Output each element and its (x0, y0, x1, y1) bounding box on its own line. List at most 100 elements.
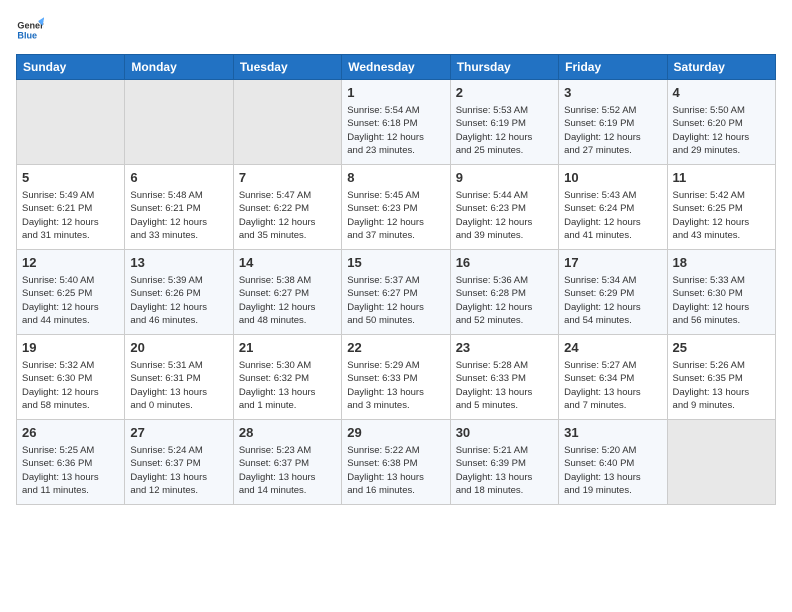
day-info-line: Sunset: 6:39 PM (456, 457, 553, 470)
day-info-line: Sunrise: 5:28 AM (456, 359, 553, 372)
calendar-cell: 5Sunrise: 5:49 AMSunset: 6:21 PMDaylight… (17, 165, 125, 250)
day-info-line: and 33 minutes. (130, 229, 227, 242)
calendar-cell: 24Sunrise: 5:27 AMSunset: 6:34 PMDayligh… (559, 335, 667, 420)
weekday-header-sunday: Sunday (17, 55, 125, 80)
logo: General Blue (16, 16, 44, 44)
day-info-line: Sunrise: 5:31 AM (130, 359, 227, 372)
day-info-line: Sunrise: 5:29 AM (347, 359, 444, 372)
calendar-cell: 11Sunrise: 5:42 AMSunset: 6:25 PMDayligh… (667, 165, 775, 250)
day-number: 5 (22, 169, 119, 187)
day-info-line: and 48 minutes. (239, 314, 336, 327)
day-info-line: Sunset: 6:21 PM (130, 202, 227, 215)
day-info-line: and 52 minutes. (456, 314, 553, 327)
day-info-line: and 23 minutes. (347, 144, 444, 157)
day-info-line: Sunset: 6:27 PM (347, 287, 444, 300)
calendar-cell: 12 Sunrise: 5:40 AMSunset: 6:25 PMDayligh… (17, 250, 125, 335)
day-info-line: Daylight: 12 hours (564, 131, 661, 144)
day-info-line: and 31 minutes. (22, 229, 119, 242)
calendar-cell: 22Sunrise: 5:29 AMSunset: 6:33 PMDayligh… (342, 335, 450, 420)
logo-icon: General Blue (16, 16, 44, 44)
day-info-line: Sunset: 6:29 PM (564, 287, 661, 300)
day-info-line: Sunrise: 5:34 AM (564, 274, 661, 287)
weekday-header-monday: Monday (125, 55, 233, 80)
calendar-week-row: 12Sunrise: 5:40 AMSunset: 6:25 PMDayligh… (17, 250, 776, 335)
day-info-line: Sunrise: 5:25 AM (22, 444, 119, 457)
calendar-cell: 27Sunrise: 5:24 AMSunset: 6:37 PMDayligh… (125, 420, 233, 505)
day-number: 11 (673, 169, 770, 187)
calendar-cell: 13Sunrise: 5:39 AMSunset: 6:26 PMDayligh… (125, 250, 233, 335)
day-info-line: Sunrise: 5:50 AM (673, 104, 770, 117)
calendar-cell: 23Sunrise: 5:28 AMSunset: 6:33 PMDayligh… (450, 335, 558, 420)
day-info-line: Daylight: 12 hours (456, 216, 553, 229)
day-info-line: and 27 minutes. (564, 144, 661, 157)
day-info-line: Daylight: 12 hours (456, 301, 553, 314)
calendar-cell: 1Sunrise: 5:54 AMSunset: 6:18 PMDaylight… (342, 80, 450, 165)
day-info-line: Daylight: 13 hours (130, 386, 227, 399)
day-info-line: Sunrise: 5:37 AM (347, 274, 444, 287)
day-info-line: Daylight: 12 hours (130, 216, 227, 229)
day-info-line: Daylight: 12 hours (564, 301, 661, 314)
day-number: 10 (564, 169, 661, 187)
calendar-week-row: 19Sunrise: 5:32 AMSunset: 6:30 PMDayligh… (17, 335, 776, 420)
day-info-line: and 18 minutes. (456, 484, 553, 497)
day-info-line: Sunrise: 5:22 AM (347, 444, 444, 457)
day-info-line: Daylight: 13 hours (22, 471, 119, 484)
day-info-line: Sunrise: 5:27 AM (564, 359, 661, 372)
day-info-line: Sunset: 6:25 PM (22, 287, 119, 300)
day-info-line: Daylight: 12 hours (456, 131, 553, 144)
day-info-line: Sunrise: 5:39 AM (130, 274, 227, 287)
day-info-line: Sunset: 6:28 PM (456, 287, 553, 300)
calendar-cell: 10Sunrise: 5:43 AMSunset: 6:24 PMDayligh… (559, 165, 667, 250)
calendar-cell (17, 80, 125, 165)
calendar-cell: 2Sunrise: 5:53 AMSunset: 6:19 PMDaylight… (450, 80, 558, 165)
day-number: 8 (347, 169, 444, 187)
day-info-line: Daylight: 12 hours (673, 301, 770, 314)
day-info-line: Sunrise: 5:40 AM (22, 274, 119, 287)
day-number: 3 (564, 84, 661, 102)
day-info-line: Daylight: 12 hours (22, 301, 119, 314)
calendar-cell: 15Sunrise: 5:37 AMSunset: 6:27 PMDayligh… (342, 250, 450, 335)
day-info-line: and 35 minutes. (239, 229, 336, 242)
day-info-line: Daylight: 13 hours (673, 386, 770, 399)
day-number: 16 (456, 254, 553, 272)
day-info-line: Sunset: 6:30 PM (22, 372, 119, 385)
day-info-line: Sunrise: 5:45 AM (347, 189, 444, 202)
day-info-line: Sunrise: 5:42 AM (673, 189, 770, 202)
calendar-cell: 3Sunrise: 5:52 AMSunset: 6:19 PMDaylight… (559, 80, 667, 165)
day-number: 20 (130, 339, 227, 357)
day-info-line: Sunrise: 5:24 AM (130, 444, 227, 457)
calendar-cell: 25Sunrise: 5:26 AMSunset: 6:35 PMDayligh… (667, 335, 775, 420)
day-number: 17 (564, 254, 661, 272)
day-number: 26 (22, 424, 119, 442)
weekday-header-saturday: Saturday (667, 55, 775, 80)
day-info-line: and 11 minutes. (22, 484, 119, 497)
day-number: 12 (22, 254, 119, 272)
day-info-line: and 29 minutes. (673, 144, 770, 157)
calendar-cell: 21Sunrise: 5:30 AMSunset: 6:32 PMDayligh… (233, 335, 341, 420)
day-info-line: Daylight: 13 hours (456, 386, 553, 399)
day-info-line: Sunrise: 5:48 AM (130, 189, 227, 202)
day-info-line: Sunset: 6:37 PM (130, 457, 227, 470)
day-info-line: Sunrise: 5:49 AM (22, 189, 119, 202)
weekday-header-thursday: Thursday (450, 55, 558, 80)
weekday-header-friday: Friday (559, 55, 667, 80)
day-info-line: Sunrise: 5:20 AM (564, 444, 661, 457)
day-info-line: and 43 minutes. (673, 229, 770, 242)
day-number: 18 (673, 254, 770, 272)
day-info-line: Daylight: 12 hours (347, 216, 444, 229)
calendar-table: SundayMondayTuesdayWednesdayThursdayFrid… (16, 54, 776, 505)
day-info-line: and 12 minutes. (130, 484, 227, 497)
day-info-line: Sunset: 6:37 PM (239, 457, 336, 470)
day-info-line: Sunset: 6:34 PM (564, 372, 661, 385)
day-info-line: Sunset: 6:33 PM (456, 372, 553, 385)
day-info-line: and 14 minutes. (239, 484, 336, 497)
day-number: 14 (239, 254, 336, 272)
calendar-cell: 7Sunrise: 5:47 AMSunset: 6:22 PMDaylight… (233, 165, 341, 250)
day-info-line: and 50 minutes. (347, 314, 444, 327)
calendar-cell: 18Sunrise: 5:33 AMSunset: 6:30 PMDayligh… (667, 250, 775, 335)
day-info-line: Sunset: 6:22 PM (239, 202, 336, 215)
calendar-cell: 6Sunrise: 5:48 AMSunset: 6:21 PMDaylight… (125, 165, 233, 250)
day-number: 13 (130, 254, 227, 272)
calendar-cell: 28Sunrise: 5:23 AMSunset: 6:37 PMDayligh… (233, 420, 341, 505)
calendar-cell: 19Sunrise: 5:32 AMSunset: 6:30 PMDayligh… (17, 335, 125, 420)
